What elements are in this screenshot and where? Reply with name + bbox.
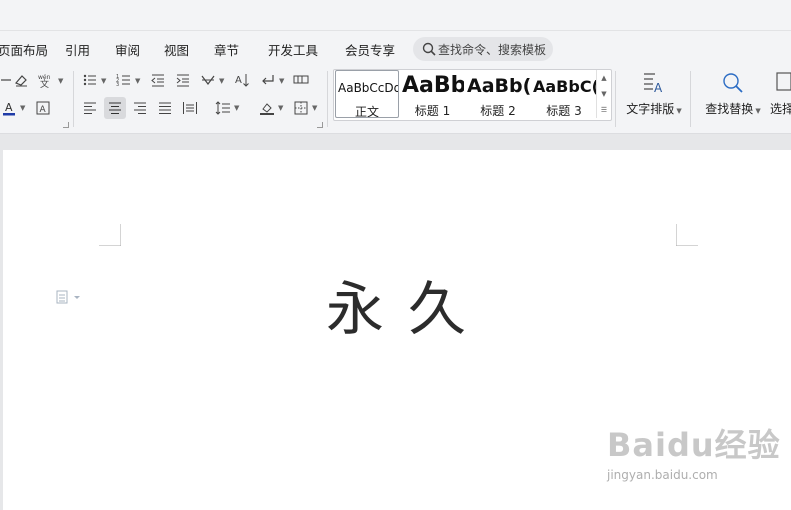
text-layout-button[interactable]: A 文字排版 ▼ bbox=[623, 70, 685, 117]
menu-references[interactable]: 引用 bbox=[65, 40, 90, 59]
menu-member[interactable]: 会员专享 bbox=[345, 40, 395, 59]
bullet-dropdown-icon[interactable]: ▼ bbox=[101, 77, 106, 85]
style-heading-1[interactable]: AaBb 标题 1 bbox=[401, 70, 464, 118]
svg-text:A: A bbox=[40, 105, 47, 115]
menu-chapter[interactable]: 章节 bbox=[214, 40, 239, 59]
document-body-text[interactable]: 永久 bbox=[326, 262, 490, 346]
separator bbox=[73, 71, 74, 127]
pinyin-dropdown-icon[interactable]: ▼ bbox=[58, 77, 63, 85]
justify-icon[interactable] bbox=[154, 97, 176, 119]
menu-view[interactable]: 视图 bbox=[164, 40, 189, 59]
sort-icon[interactable]: A bbox=[231, 69, 253, 91]
style-normal[interactable]: AaBbCcDd 正文 bbox=[335, 70, 399, 118]
text-layout-dropdown-icon[interactable]: ▼ bbox=[676, 107, 681, 115]
command-search-box[interactable]: 查找命令、搜索模板 bbox=[413, 37, 553, 61]
font-group-launcher-icon[interactable] bbox=[63, 122, 69, 128]
find-replace-icon bbox=[723, 73, 743, 93]
separator bbox=[327, 71, 328, 127]
menu-developer-tools[interactable]: 开发工具 bbox=[268, 40, 318, 59]
table-insert-icon[interactable] bbox=[290, 69, 312, 91]
svg-text:3: 3 bbox=[116, 82, 119, 88]
numbering-dropdown-icon[interactable]: ▼ bbox=[135, 77, 140, 85]
style-heading-2[interactable]: AaBb( 标题 2 bbox=[466, 70, 530, 118]
font-color-icon[interactable]: A bbox=[0, 97, 20, 119]
style-label: 标题 1 bbox=[414, 104, 451, 118]
scroll-down-icon[interactable]: ▼ bbox=[597, 86, 611, 102]
separator bbox=[615, 71, 616, 127]
select-icon bbox=[776, 72, 791, 91]
styles-scroller[interactable]: ▲ ▼ ☰ bbox=[596, 70, 611, 118]
svg-text:A: A bbox=[235, 75, 242, 86]
line-spacing-icon[interactable] bbox=[212, 97, 234, 119]
show-hide-marks-icon[interactable] bbox=[257, 69, 279, 91]
menu-bar: 页面布局 引用 审阅 视图 章节 开发工具 会员专享 bbox=[0, 31, 791, 67]
style-label: 标题 2 bbox=[480, 104, 516, 118]
borders-icon[interactable] bbox=[290, 97, 312, 119]
font-color-dropdown-icon[interactable]: ▼ bbox=[20, 104, 25, 112]
distributed-align-icon[interactable] bbox=[179, 97, 201, 119]
char-border-icon[interactable]: A bbox=[32, 97, 54, 119]
align-center-icon[interactable] bbox=[104, 97, 126, 119]
select-button[interactable]: 选择 bbox=[770, 70, 791, 117]
title-strip bbox=[0, 0, 791, 31]
separator bbox=[690, 71, 691, 127]
text-layout-icon: A bbox=[644, 73, 663, 95]
styles-gallery: AaBbCcDd 正文 AaBb 标题 1 AaBb( 标题 2 AaBbC( … bbox=[333, 69, 612, 121]
borders-dropdown-icon[interactable]: ▼ bbox=[312, 104, 317, 112]
shading-icon[interactable] bbox=[256, 97, 278, 119]
crop-mark-top-right bbox=[676, 224, 698, 246]
marks-dropdown-icon[interactable]: ▼ bbox=[279, 77, 284, 85]
watermark-url: jingyan.baidu.com bbox=[607, 468, 718, 482]
shading-dropdown-icon[interactable]: ▼ bbox=[278, 104, 283, 112]
align-right-icon[interactable] bbox=[129, 97, 151, 119]
style-preview: AaBb bbox=[402, 73, 464, 98]
clear-format-icon[interactable] bbox=[10, 69, 32, 91]
svg-text:文: 文 bbox=[40, 78, 49, 88]
paragraph-handle-icon[interactable] bbox=[56, 290, 82, 306]
line-spacing-dropdown-icon[interactable]: ▼ bbox=[234, 104, 239, 112]
style-label: 标题 3 bbox=[546, 104, 582, 118]
svg-text:A: A bbox=[654, 81, 663, 95]
menu-page-layout[interactable]: 页面布局 bbox=[0, 40, 48, 59]
find-replace-label: 查找替换 bbox=[705, 102, 754, 116]
svg-text:A: A bbox=[5, 101, 13, 114]
style-preview: AaBb( bbox=[467, 75, 530, 97]
menu-review[interactable]: 审阅 bbox=[115, 40, 140, 59]
decrease-indent-icon[interactable] bbox=[147, 69, 169, 91]
paragraph-group-launcher-icon[interactable] bbox=[317, 122, 323, 128]
search-placeholder: 查找命令、搜索模板 bbox=[438, 43, 547, 57]
increase-indent-icon[interactable] bbox=[172, 69, 194, 91]
search-icon bbox=[422, 42, 436, 56]
style-preview: AaBbC( bbox=[533, 77, 596, 96]
style-preview: AaBbCcDd bbox=[338, 81, 399, 95]
baidu-watermark: Baidu经验 jingyan.baidu.com bbox=[607, 420, 781, 482]
find-replace-button[interactable]: 查找替换 ▼ bbox=[702, 70, 764, 117]
chinese-layout-icon[interactable] bbox=[197, 69, 219, 91]
select-label: 选择 bbox=[770, 102, 791, 116]
find-replace-dropdown-icon[interactable]: ▼ bbox=[755, 107, 760, 115]
pinyin-guide-icon[interactable]: wén 文 bbox=[34, 69, 56, 91]
numbered-list-icon[interactable]: 123 bbox=[113, 69, 135, 91]
gallery-expand-icon[interactable]: ☰ bbox=[597, 102, 611, 118]
align-left-icon[interactable] bbox=[79, 97, 101, 119]
style-heading-3[interactable]: AaBbC( 标题 3 bbox=[532, 70, 596, 118]
bullet-list-icon[interactable] bbox=[79, 69, 101, 91]
crop-mark-top-left bbox=[99, 224, 121, 246]
text-layout-label: 文字排版 bbox=[626, 102, 675, 116]
style-label: 正文 bbox=[354, 105, 379, 118]
chinese-layout-dropdown-icon[interactable]: ▼ bbox=[219, 77, 224, 85]
watermark-logo-text: Baidu经验 bbox=[607, 426, 781, 464]
scroll-up-icon[interactable]: ▲ bbox=[597, 70, 611, 86]
